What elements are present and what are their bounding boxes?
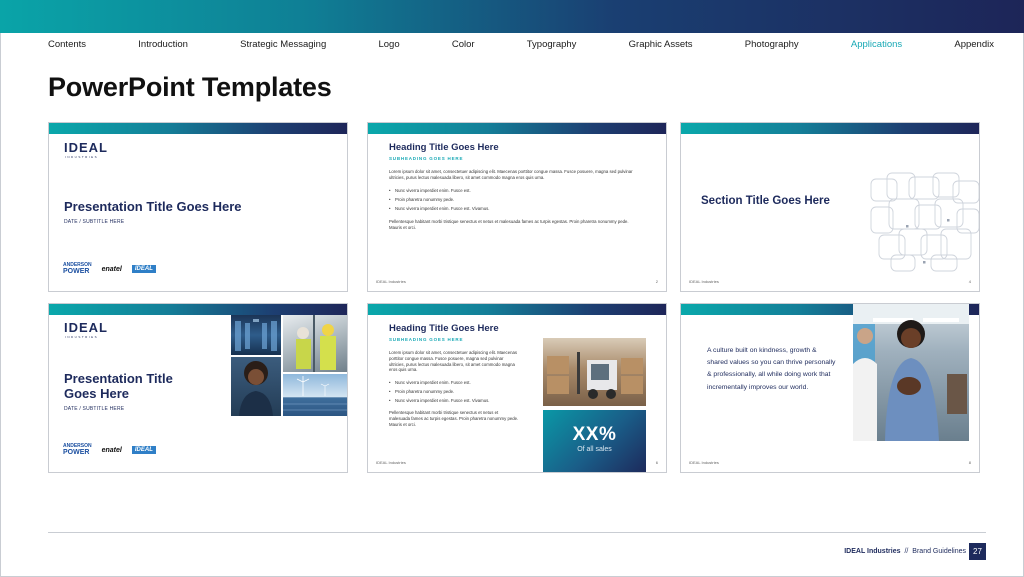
nav-item-graphic-assets[interactable]: Graphic Assets <box>629 39 693 53</box>
nav-item-color[interactable]: Color <box>452 39 475 53</box>
bullet-item: Nunc viverra imperdiet enim. Fusce est. … <box>389 398 490 403</box>
forklift-illustration <box>547 352 643 399</box>
ideal-logo-tagline: INDUSTRIES <box>65 335 99 339</box>
slide-footer-number: 6 <box>655 460 658 465</box>
brand-logos-row: ANDERSON POWER enatel IDEAL <box>63 444 156 456</box>
nav-item-strategic-messaging[interactable]: Strategic Messaging <box>240 39 326 53</box>
page-number-badge: 27 <box>969 543 986 560</box>
anderson-power-logo: ANDERSON POWER <box>63 443 92 457</box>
section-title: Section Title Goes Here <box>701 195 830 207</box>
presentation-subtitle: DATE / SUBTITLE HERE <box>64 219 125 225</box>
nav-item-appendix[interactable]: Appendix <box>954 39 994 53</box>
presentation-subtitle: DATE / SUBTITLE HERE <box>64 406 125 412</box>
renewable-energy-illustration <box>283 376 347 411</box>
enatel-logo: enatel <box>101 265 122 273</box>
footer-separator: // <box>904 548 909 555</box>
slide-footer-brand: IDEAL Industries <box>689 279 719 284</box>
slide-title-template[interactable]: IDEAL INDUSTRIES Presentation Title Goes… <box>48 122 348 292</box>
slide-section-template[interactable]: Section Title Goes Here IDEAL Industries… <box>680 122 980 292</box>
workers-photo <box>283 315 347 372</box>
nav-item-photography[interactable]: Photography <box>745 39 799 53</box>
slide-footer-brand: IDEAL Industries <box>376 279 406 284</box>
slide-footer-number: 4 <box>968 279 971 284</box>
footer-brand: IDEAL Industries <box>844 548 901 555</box>
slide-title-photo-template[interactable]: IDEAL INDUSTRIES Presentation Title Goes… <box>48 303 348 473</box>
slide-header-band <box>49 123 347 134</box>
slide-body-paragraph-2: Pellentesque habitant morbi tristique se… <box>389 410 519 427</box>
slide-bullet-list: Nunc viverra imperdiet enim. Fusce est. … <box>389 188 490 215</box>
woman-photo <box>231 357 281 416</box>
employees-illustration <box>853 304 969 441</box>
brand-logos-row: ANDERSON POWER enatel IDEAL <box>63 263 156 275</box>
enatel-logo: enatel <box>101 446 122 454</box>
nav-item-logo[interactable]: Logo <box>378 39 399 53</box>
bullet-item: Nunc viverra imperdiet enim. Fusce est. <box>389 188 490 193</box>
slide-subheading: SUBHEADING GOES HERE <box>389 156 464 161</box>
bullet-item: Nunc viverra imperdiet enim. Fusce est. … <box>389 206 490 211</box>
nav-item-applications[interactable]: Applications <box>851 39 902 53</box>
stat-callout-box: XX% Of all sales <box>543 410 646 472</box>
page-title: PowerPoint Templates <box>48 72 332 102</box>
top-navigation: Contents Introduction Strategic Messagin… <box>48 39 994 53</box>
slide-footer-number: 8 <box>968 460 971 465</box>
bullet-item: Nunc viverra imperdiet enim. Fusce est. <box>389 380 490 385</box>
slide-heading: Heading Title Goes Here <box>389 323 499 334</box>
solar-wind-photo <box>283 374 347 416</box>
slide-header-band <box>368 123 666 134</box>
slide-header-band <box>49 304 347 315</box>
ideal-logo-tagline: INDUSTRIES <box>65 155 99 159</box>
woman-portrait-illustration <box>239 361 273 416</box>
page-footer-text: IDEAL Industries // Brand Guidelines <box>844 548 966 555</box>
slide-quote-photo-template[interactable]: A culture built on kindness, growth & sh… <box>680 303 980 473</box>
slide-bullet-list: Nunc viverra imperdiet enim. Fusce est. … <box>389 380 490 407</box>
ideal-power-logo: IDEAL <box>131 446 156 454</box>
ideal-logo: IDEAL <box>64 320 108 335</box>
nav-item-contents[interactable]: Contents <box>48 39 86 53</box>
bullet-item: Proin pharetra nonummy pede. <box>389 389 490 394</box>
employees-photo <box>853 304 969 441</box>
header-gradient-band <box>0 0 1024 33</box>
slide-content-stat-template[interactable]: Heading Title Goes Here SUBHEADING GOES … <box>367 303 667 473</box>
anderson-power-logo: ANDERSON POWER <box>63 262 92 276</box>
stat-label: Of all sales <box>577 446 612 453</box>
workers-illustration <box>296 315 336 372</box>
slide-heading: Heading Title Goes Here <box>389 142 499 153</box>
slide-footer-brand: IDEAL Industries <box>376 460 406 465</box>
presentation-title: Presentation Title Goes Here <box>64 371 173 401</box>
ideal-power-logo: IDEAL <box>131 265 156 273</box>
slide-body-paragraph-2: Pellentesque habitant morbi tristique se… <box>389 219 629 230</box>
forklift-warehouse-photo <box>543 338 646 406</box>
nav-item-introduction[interactable]: Introduction <box>138 39 188 53</box>
rounded-squares-pattern <box>870 172 979 272</box>
slide-content-template[interactable]: Heading Title Goes Here SUBHEADING GOES … <box>367 122 667 292</box>
slide-header-band <box>681 123 979 134</box>
slide-header-band <box>368 304 666 315</box>
nav-item-typography[interactable]: Typography <box>527 39 577 53</box>
slide-footer-number: 2 <box>655 279 658 284</box>
ideal-logo: IDEAL <box>64 140 108 155</box>
stat-value: XX% <box>572 424 617 445</box>
slide-footer-brand: IDEAL Industries <box>689 460 719 465</box>
slide-body-paragraph: Lorem ipsum dolor sit amet, consectetuer… <box>389 169 633 180</box>
culture-quote: A culture built on kindness, growth & sh… <box>707 347 836 391</box>
slide-subheading: SUBHEADING GOES HERE <box>389 337 464 342</box>
bullet-item: Proin pharetra nonummy pede. <box>389 197 490 202</box>
footer-section: Brand Guidelines <box>912 548 966 555</box>
server-racks-illustration <box>235 319 277 351</box>
slide-body-paragraph: Lorem ipsum dolor sit amet, consectetuer… <box>389 350 518 373</box>
data-center-photo <box>231 315 281 355</box>
presentation-title: Presentation Title Goes Here <box>64 199 242 214</box>
footer-divider <box>48 532 986 533</box>
